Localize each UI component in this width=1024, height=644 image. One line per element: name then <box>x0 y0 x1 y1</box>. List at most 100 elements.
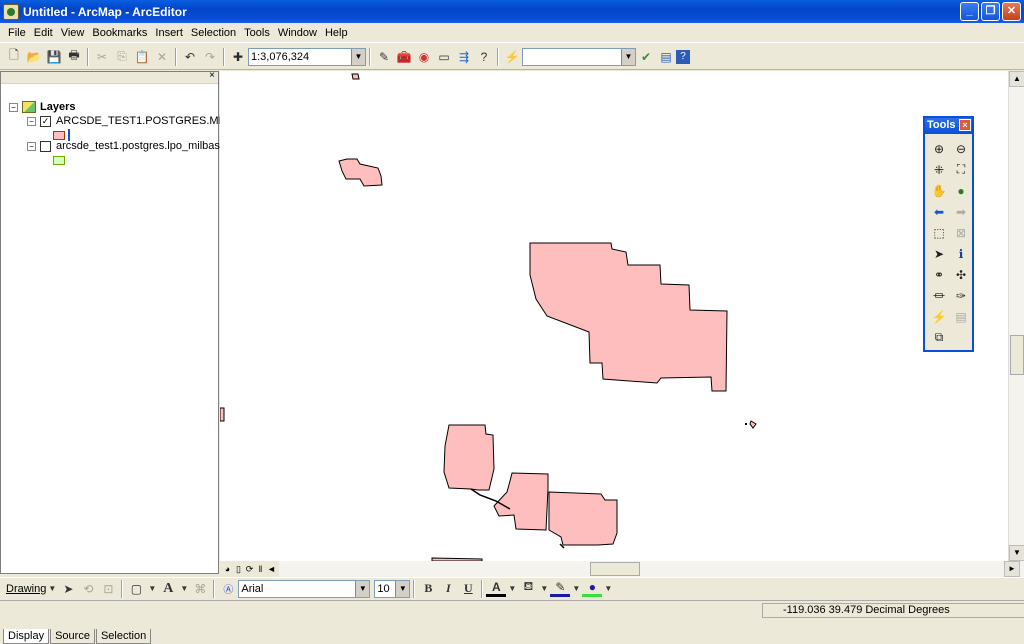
close-icon[interactable]: × <box>209 70 215 81</box>
scroll-down-icon[interactable]: ▼ <box>1009 545 1024 561</box>
font-color-icon[interactable]: A <box>486 580 507 597</box>
restore-button[interactable]: ❐ <box>981 2 1000 21</box>
new-document-icon[interactable]: 🗋 <box>4 47 24 67</box>
whats-this-icon[interactable]: ? <box>474 47 494 67</box>
paste-icon[interactable]: 📋 <box>132 47 152 67</box>
new-text-icon[interactable]: A <box>158 579 178 599</box>
chevron-down-icon[interactable]: ▼ <box>538 579 550 599</box>
layer-item-lpo-milbases[interactable]: − arcsde_test1.postgres.lpo_milbases <box>27 139 231 153</box>
arctoolbox-icon[interactable]: 🧰 <box>394 47 414 67</box>
bold-button[interactable]: B <box>418 579 438 599</box>
close-icon[interactable]: × <box>959 119 971 131</box>
feature-polygon[interactable] <box>443 424 495 491</box>
map-horizontal-scrollbar[interactable]: ◕ ▯ ⟳ ‖ ◄ ► <box>220 561 1024 577</box>
chevron-down-icon[interactable]: ▼ <box>602 579 614 599</box>
rotate-icon[interactable]: ⟲ <box>78 579 98 599</box>
menu-tools[interactable]: Tools <box>240 27 274 39</box>
feature-polygon[interactable] <box>220 407 225 422</box>
chevron-down-icon[interactable]: ▼ <box>351 48 365 65</box>
collapse-icon[interactable]: − <box>9 102 18 112</box>
go-to-xy-icon[interactable]: ✣ <box>951 264 971 285</box>
legend-swatch[interactable] <box>53 155 65 165</box>
zoom-in-icon[interactable]: ⊕ <box>929 138 949 159</box>
zoom-whole-page-icon[interactable]: ⊡ <box>98 579 118 599</box>
chevron-down-icon[interactable]: ▼ <box>46 579 58 599</box>
scroll-thumb[interactable] <box>1010 335 1024 375</box>
feature-point[interactable] <box>745 423 747 425</box>
collapse-icon[interactable]: − <box>27 116 36 126</box>
window-icon[interactable]: ▭ <box>434 47 454 67</box>
delete-icon[interactable]: ✕ <box>152 47 172 67</box>
html-popup-lightning-icon[interactable]: ⚡ <box>929 306 949 327</box>
italic-button[interactable]: I <box>438 579 458 599</box>
time-slider-icon[interactable]: ▤ <box>951 306 971 327</box>
chevron-down-icon[interactable]: ▼ <box>178 579 190 599</box>
menu-bookmarks[interactable]: Bookmarks <box>88 27 151 39</box>
select-elements-icon[interactable]: ➤ <box>58 579 78 599</box>
chevron-down-icon[interactable]: ▼ <box>621 48 635 65</box>
feature-polygon[interactable] <box>338 158 383 187</box>
menu-window[interactable]: Window <box>274 27 321 39</box>
pan-hand-icon[interactable]: ✋ <box>929 180 949 201</box>
editor-target-combo[interactable]: ▼ <box>522 47 636 66</box>
chevron-down-icon[interactable]: ▼ <box>506 579 518 599</box>
map-display[interactable] <box>220 71 1008 561</box>
map-scale-combo[interactable]: 1:3,076,324 ▼ <box>248 47 366 66</box>
forward-arrow-icon[interactable]: ➡ <box>951 201 971 222</box>
collapse-icon[interactable]: − <box>27 141 36 151</box>
feature-polygon[interactable] <box>529 242 728 392</box>
drawing-menu[interactable]: Drawing <box>6 583 46 595</box>
full-extent-globe-icon[interactable]: ● <box>951 180 971 201</box>
select-features-icon[interactable]: ⬚ <box>929 222 949 243</box>
marker-color-icon[interactable]: ● <box>582 580 603 597</box>
copy-icon[interactable]: ⎘ <box>112 47 132 67</box>
font-name-combo[interactable]: Arial ▼ <box>238 579 371 598</box>
layer-visibility-checkbox[interactable] <box>40 140 51 152</box>
menu-selection[interactable]: Selection <box>187 27 240 39</box>
menu-view[interactable]: View <box>57 27 89 39</box>
help-icon[interactable]: ? <box>676 49 690 64</box>
back-arrow-icon[interactable]: ⬅ <box>929 201 949 222</box>
tab-display[interactable]: Display <box>3 629 50 644</box>
menu-edit[interactable]: Edit <box>30 27 57 39</box>
command-line-icon[interactable]: ◉ <box>414 47 434 67</box>
feature-polygon[interactable] <box>351 73 360 80</box>
refresh-icon[interactable]: ⟳ <box>244 562 255 576</box>
table-icon[interactable]: ▤ <box>656 47 676 67</box>
create-viewer-window-icon[interactable]: ⧉ <box>929 327 949 348</box>
chevron-down-icon[interactable]: ▼ <box>355 580 370 597</box>
scroll-thumb[interactable] <box>590 562 640 576</box>
map-canvas[interactable] <box>220 71 1008 561</box>
undo-icon[interactable]: ↶ <box>180 47 200 67</box>
fixed-zoom-in-icon[interactable]: ⁜ <box>929 159 949 180</box>
print-icon[interactable]: 🖶 <box>64 47 84 67</box>
identify-icon[interactable]: ℹ <box>951 243 971 264</box>
add-data-icon[interactable]: ✚ <box>228 47 248 67</box>
tab-source[interactable]: Source <box>50 629 95 644</box>
chevron-down-icon[interactable]: ▼ <box>395 580 410 597</box>
layout-view-icon[interactable]: ▯ <box>233 562 244 576</box>
underline-button[interactable]: U <box>458 579 478 599</box>
scroll-left-icon[interactable]: ◄ <box>266 562 277 576</box>
feature-polygon[interactable] <box>493 472 549 531</box>
zoom-out-icon[interactable]: ⊖ <box>951 138 971 159</box>
layers-root[interactable]: − Layers <box>9 100 75 114</box>
chevron-down-icon[interactable]: ▼ <box>570 579 582 599</box>
select-elements-arrow-icon[interactable]: ➤ <box>929 243 949 264</box>
rectangle-icon[interactable]: ▢ <box>126 579 146 599</box>
tab-selection[interactable]: Selection <box>95 629 152 644</box>
scroll-up-icon[interactable]: ▲ <box>1009 71 1024 87</box>
modelbuilder-icon[interactable]: ⇶ <box>454 47 474 67</box>
data-view-icon[interactable]: ◕ <box>222 562 233 576</box>
map-vertical-scrollbar[interactable]: ▲ ▼ <box>1008 71 1024 561</box>
menu-help[interactable]: Help <box>321 27 352 39</box>
measure-icon[interactable]: ⏛ <box>929 285 949 306</box>
find-binoculars-icon[interactable]: ⚭ <box>929 264 949 285</box>
open-icon[interactable]: 📂 <box>24 47 44 67</box>
layer-visibility-checkbox[interactable]: ✓ <box>40 115 51 127</box>
callout-icon[interactable]: ⌘ <box>190 579 210 599</box>
hyperlink-icon[interactable]: ✑ <box>951 285 971 306</box>
lightning-icon[interactable]: ⚡ <box>502 47 522 67</box>
menu-file[interactable]: File <box>4 27 30 39</box>
cut-icon[interactable]: ✂ <box>92 47 112 67</box>
